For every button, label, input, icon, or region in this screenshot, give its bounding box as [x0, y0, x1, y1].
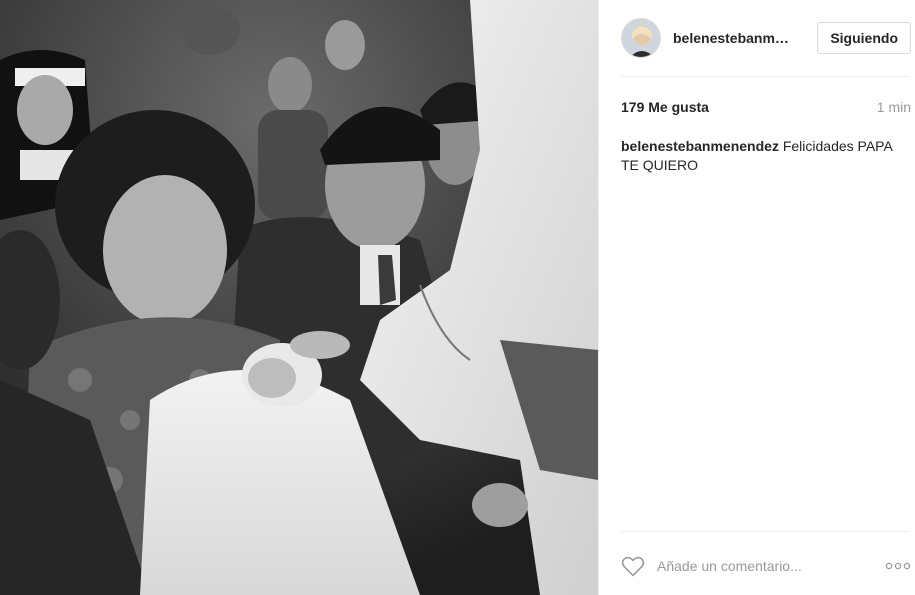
post-photo[interactable] [0, 0, 598, 595]
post-header: belenestebanm… Siguiendo [621, 16, 911, 60]
post-caption: belenestebanmenendez Felicidades PAPA TE… [621, 137, 906, 175]
baptism-photo-image [0, 0, 598, 595]
post-username[interactable]: belenestebanm… [673, 30, 813, 46]
header-divider [621, 76, 909, 77]
likes-row: 179 Me gusta 1 min [621, 99, 911, 117]
post-details-panel: belenestebanm… Siguiendo 179 Me gusta 1 … [598, 0, 915, 595]
following-button[interactable]: Siguiendo [817, 22, 911, 54]
likes-count[interactable]: 179 Me gusta [621, 99, 709, 115]
caption-username[interactable]: belenestebanmenendez [621, 138, 779, 154]
comment-input[interactable] [657, 558, 857, 574]
post-time[interactable]: 1 min [877, 99, 911, 115]
comment-row [621, 553, 911, 579]
heart-outline-icon[interactable] [621, 555, 645, 577]
ellipsis-icon[interactable] [885, 561, 911, 571]
comment-divider [621, 531, 909, 532]
profile-avatar-icon[interactable] [621, 18, 661, 58]
